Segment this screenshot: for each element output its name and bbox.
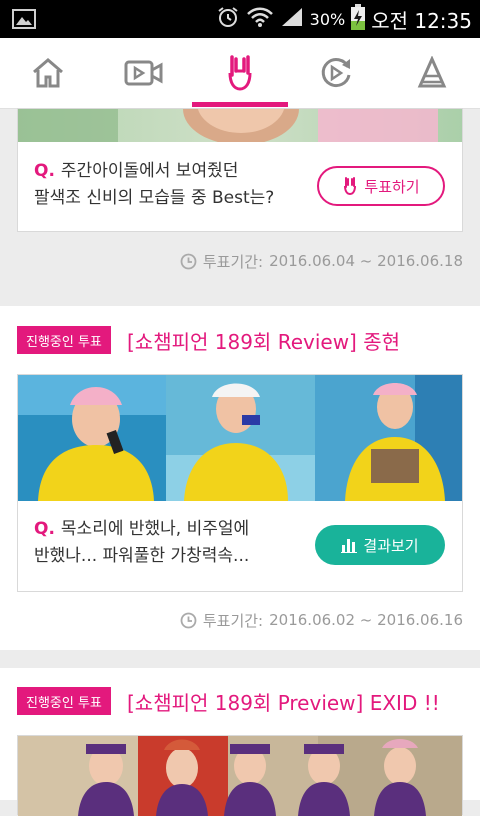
vote-title[interactable]: [쇼챔피언 189회 Preview] EXID !!: [127, 687, 440, 715]
clock-icon: [180, 612, 197, 628]
home-icon: [33, 58, 63, 88]
video-icon: [124, 60, 163, 86]
tab-home[interactable]: [0, 38, 96, 108]
vote-section-3: 진행중인 투표 [쇼챔피언 189회 Preview] EXID !!: [0, 668, 480, 816]
vote-card-1[interactable]: Q. 주간아이돌에서 보여줬던 팔색조 신비의 모습들 중 Best는? 투표하기: [17, 108, 463, 232]
status-bar: 30% 오전 12:35: [0, 0, 480, 38]
results-button-label: 결과보기: [363, 536, 419, 555]
tab-video[interactable]: [96, 38, 192, 108]
vote-card-2[interactable]: Q. 목소리에 반했나, 비주얼에 반했나... 파워풀한 가창력속... 결과보…: [17, 374, 463, 592]
clock: 오전 12:35: [371, 8, 472, 33]
vote-button[interactable]: 투표하기: [317, 166, 445, 206]
bar-chart-icon: [341, 539, 358, 553]
vote-section-2: 진행중인 투표 [쇼챔피언 189회 Review] 종현 Q. 목소리에 반했…: [0, 306, 480, 650]
tab-more[interactable]: [384, 38, 480, 108]
signal-icon: [280, 6, 304, 33]
vote-button-label: 투표하기: [364, 177, 420, 196]
rock-hand-icon: [344, 177, 357, 196]
replay-icon: [321, 58, 351, 88]
alarm-icon: [216, 5, 240, 34]
battery-charging-icon: [351, 3, 366, 35]
top-tab-bar: [0, 38, 480, 109]
vote-card-2-image: [18, 375, 462, 501]
wifi-icon: [246, 6, 274, 33]
vote-card-3-image: [18, 736, 462, 816]
gallery-notification-icon: [12, 9, 36, 29]
active-tab-indicator: [192, 102, 288, 107]
vote-title[interactable]: [쇼챔피언 189회 Review] 종현: [127, 326, 400, 354]
status-badge: 진행중인 투표: [17, 326, 111, 354]
vote-card-1-image: [18, 109, 462, 142]
vote-period-1: 투표기간: 2016.06.04 ~ 2016.06.18: [180, 249, 463, 273]
tab-vote[interactable]: [192, 38, 288, 108]
vote-card-1-question: Q. 주간아이돌에서 보여줬던 팔색조 신비의 모습들 중 Best는?: [34, 161, 275, 208]
clock-icon: [180, 253, 197, 269]
status-badge: 진행중인 투표: [17, 687, 111, 715]
vote-card-2-question: Q. 목소리에 반했나, 비주얼에 반했나... 파워풀한 가창력속...: [34, 519, 250, 566]
cone-icon: [417, 56, 447, 88]
rock-hand-icon: [228, 55, 252, 91]
results-button[interactable]: 결과보기: [315, 525, 445, 565]
battery-percent: 30%: [309, 9, 346, 29]
vote-period-2: 투표기간: 2016.06.02 ~ 2016.06.16: [180, 608, 463, 632]
vote-card-3[interactable]: [17, 735, 463, 816]
tab-replay[interactable]: [288, 38, 384, 108]
